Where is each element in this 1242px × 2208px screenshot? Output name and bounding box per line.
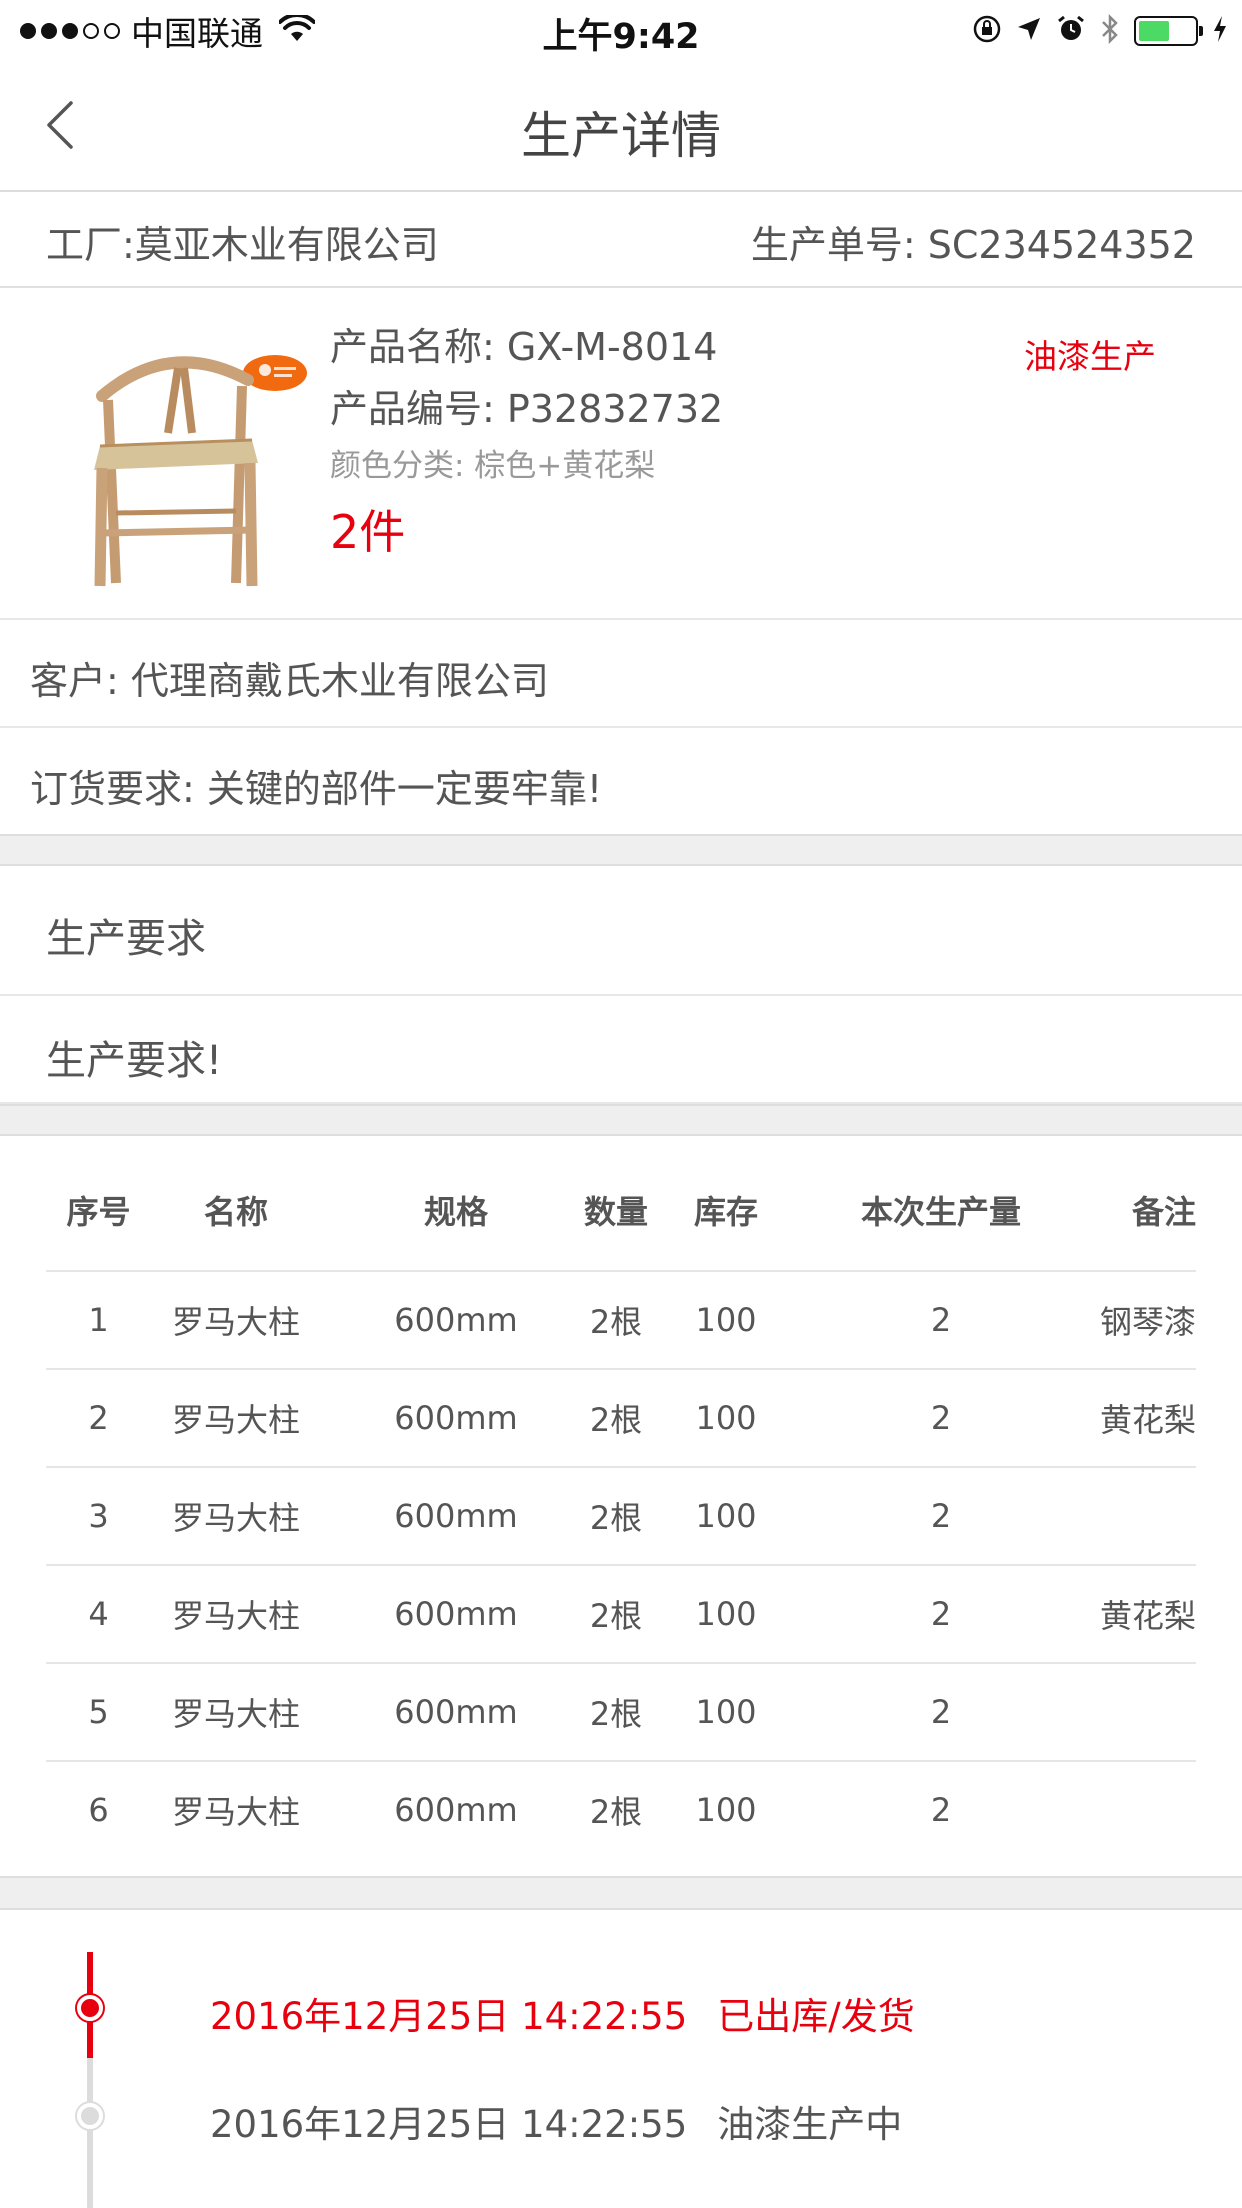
column-header: 规格 [423,1193,488,1231]
cell-name: 罗马大柱 [171,1303,300,1341]
product-card[interactable]: 产品名称: GX-M-8014 产品编号: P32832732 颜色分类: 棕色… [0,288,1242,620]
column-header: 数量 [583,1193,648,1231]
cell-name: 罗马大柱 [171,1401,300,1439]
cell-quantity: 2根 [589,1597,643,1635]
product-info: 产品名称: GX-M-8014 产品编号: P32832732 颜色分类: 棕色… [330,316,723,572]
product-image [80,318,310,588]
status-bar: 中国联通 上午9:42 [0,0,1242,62]
rotation-lock-icon [972,14,1002,48]
section-divider [0,834,1242,866]
cell-spec: 600mm [394,1595,518,1633]
cell-stock: 100 [695,1301,757,1339]
cell-production-qty: 2 [930,1301,952,1339]
cell-quantity: 2根 [589,1303,643,1341]
customer-name: 客户: 代理商戴氏木业有限公司 [30,659,549,703]
cell-production-qty: 2 [930,1693,952,1731]
cell-production-qty: 2 [930,1595,952,1633]
section-divider [0,1876,1242,1910]
cell-index: 2 [88,1399,109,1437]
timeline-time: 2016年12月25日 14:22:55 [210,1995,688,2038]
order-requirement: 订货要求: 关键的部件一定要牢靠! [30,767,603,811]
order-header: 工厂:莫亚木业有限公司 生产单号: SC234524352 [0,192,1242,288]
timeline-dot-active [77,1995,103,2021]
cell-spec: 600mm [394,1693,518,1731]
cell-index: 3 [88,1497,109,1535]
product-code: 产品编号: P32832732 [330,387,724,431]
table-row: 6 罗马大柱 600mm 2根 100 2 [46,1762,1196,1858]
cell-index: 6 [88,1791,109,1829]
cell-name: 罗马大柱 [171,1793,300,1831]
table-row: 1 罗马大柱 600mm 2根 100 2 钢琴漆 [46,1272,1196,1370]
cell-index: 5 [88,1693,109,1731]
table-row: 3 罗马大柱 600mm 2根 100 2 [46,1468,1196,1566]
location-arrow-icon [1016,16,1042,46]
cell-stock: 100 [695,1497,757,1535]
product-color: 颜色分类: 棕色+黄花梨 [330,448,656,484]
factory-name: 工厂:莫亚木业有限公司 [46,223,439,267]
cell-index: 1 [88,1301,109,1339]
column-header: 名称 [203,1193,268,1231]
cell-name: 罗马大柱 [171,1499,300,1537]
production-timeline: 2016年12月25日 14:22:55 已出库/发货 2016年12月25日 1… [0,1910,1242,2208]
cell-stock: 100 [695,1693,757,1731]
order-requirement-row: 订货要求: 关键的部件一定要牢靠! [0,728,1242,836]
table-header-row: 序号 名称 规格 数量 库存 本次生产量 备注 [46,1150,1196,1272]
section-divider [0,1104,1242,1136]
table-row: 2 罗马大柱 600mm 2根 100 2 黄花梨 [46,1370,1196,1468]
production-req-content: 生产要求! [0,996,1242,1104]
timeline-entry: 2016年12月25日 14:22:55 已出库/发货 [210,1986,915,2040]
cell-note [1046,1664,1196,1760]
cell-note: 黄花梨 [1099,1401,1196,1439]
cell-index: 4 [88,1595,109,1633]
cell-stock: 100 [695,1399,757,1437]
production-req-text: 生产要求! [46,1038,223,1084]
cell-production-qty: 2 [930,1791,952,1829]
cell-quantity: 2根 [589,1499,643,1537]
column-header: 本次生产量 [860,1193,1021,1231]
battery-level [1139,21,1169,41]
table-row: 5 罗马大柱 600mm 2根 100 2 [46,1664,1196,1762]
column-header: 库存 [693,1193,758,1231]
timeline-status: 油漆生产中 [717,2103,903,2146]
cell-spec: 600mm [394,1497,518,1535]
cell-name: 罗马大柱 [171,1695,300,1733]
timeline-status: 已出库/发货 [717,1995,915,2038]
cell-production-qty: 2 [930,1497,952,1535]
cell-production-qty: 2 [930,1399,952,1437]
cell-note: 黄花梨 [1099,1597,1196,1635]
cell-spec: 600mm [394,1399,518,1437]
timeline-entry: 2016年12月25日 14:22:55 油漆生产中 [210,2094,902,2148]
cell-spec: 600mm [394,1301,518,1339]
product-quantity: 2件 [330,505,406,559]
product-name: 产品名称: GX-M-8014 [330,325,718,369]
charging-bolt-icon [1212,15,1228,47]
section-title: 生产要求 [46,916,206,962]
customer-row: 客户: 代理商戴氏木业有限公司 [0,620,1242,728]
order-number: 生产单号: SC234524352 [750,223,1196,267]
nav-bar: 生产详情 [0,62,1242,192]
page-title: 生产详情 [521,107,721,165]
production-req-header: 生产要求 [0,866,1242,996]
battery-icon [1134,16,1203,46]
bluetooth-icon [1100,13,1120,49]
cell-note [1046,1468,1196,1564]
column-header: 序号 [66,1193,131,1231]
cell-note [1046,1762,1196,1858]
status-bar-right [958,12,1228,50]
cell-quantity: 2根 [589,1695,643,1733]
cell-quantity: 2根 [589,1793,643,1831]
cell-quantity: 2根 [589,1401,643,1439]
timeline-time: 2016年12月25日 14:22:55 [210,2103,688,2146]
column-header: 备注 [1131,1193,1196,1231]
cell-spec: 600mm [394,1791,518,1829]
timeline-dot [77,2103,103,2129]
alarm-icon [1056,14,1086,48]
production-status-badge: 油漆生产 [1024,337,1156,376]
cell-stock: 100 [695,1595,757,1633]
parts-table: 序号 名称 规格 数量 库存 本次生产量 备注 1 罗马大柱 600mm 2根 … [46,1150,1196,1858]
cell-stock: 100 [695,1791,757,1829]
cell-name: 罗马大柱 [171,1597,300,1635]
table-row: 4 罗马大柱 600mm 2根 100 2 黄花梨 [46,1566,1196,1664]
cell-note: 钢琴漆 [1099,1303,1196,1341]
